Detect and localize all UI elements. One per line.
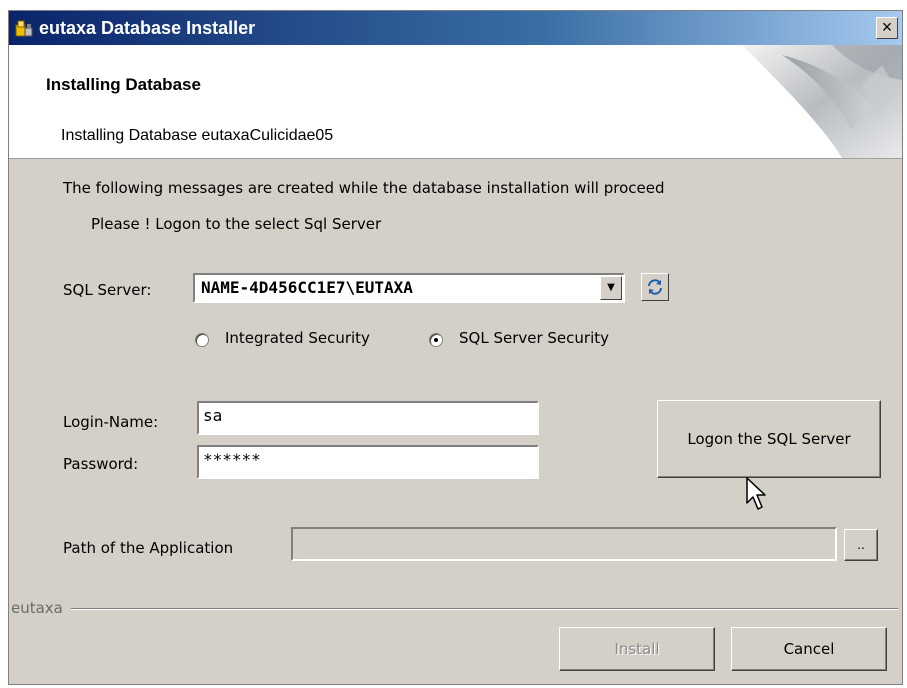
window-title: eutaxa Database Installer — [39, 18, 256, 38]
header-title: Installing Database — [46, 75, 201, 94]
password-label: Password: — [63, 455, 139, 473]
header-subtitle: Installing Database eutaxaCulicidae05 — [61, 127, 334, 144]
logon-sql-server-button[interactable]: Logon the SQL Server — [657, 400, 881, 478]
integrated-security-label[interactable]: Integrated Security — [225, 329, 370, 347]
password-field[interactable]: ****** — [197, 445, 539, 479]
sql-server-select[interactable]: NAME-4D456CC1E7\EUTAXA ▼ — [193, 273, 625, 303]
close-icon: × — [881, 17, 893, 37]
mouse-pointer-icon — [746, 477, 766, 510]
cancel-button[interactable]: Cancel — [731, 627, 887, 671]
sql-server-value: NAME-4D456CC1E7\EUTAXA — [201, 278, 413, 297]
footer-divider — [71, 608, 898, 610]
installer-app-icon — [15, 20, 33, 37]
install-button[interactable]: Install — [559, 627, 715, 671]
logon-prompt: Please ! Logon to the select Sql Server — [91, 215, 382, 233]
wizard-header: Installing Database Installing Database … — [9, 45, 902, 159]
login-name-label: Login-Name: — [63, 413, 159, 431]
close-button[interactable]: × — [876, 17, 898, 39]
application-path-field[interactable] — [291, 527, 837, 561]
refresh-servers-button[interactable] — [641, 273, 669, 301]
refresh-icon — [648, 279, 662, 295]
application-path-label: Path of the Application — [63, 539, 234, 557]
sql-server-label: SQL Server: — [63, 281, 152, 299]
footer-group-label: eutaxa — [11, 599, 67, 617]
login-name-field[interactable]: sa — [197, 401, 539, 435]
title-bar[interactable]: eutaxa Database Installer × — [9, 11, 902, 45]
dropdown-arrow-icon[interactable]: ▼ — [600, 276, 622, 300]
browse-path-button[interactable]: .. — [844, 529, 878, 561]
sql-server-security-label[interactable]: SQL Server Security — [459, 329, 609, 347]
page-curl-graphic — [742, 45, 902, 158]
integrated-security-radio[interactable] — [195, 333, 209, 347]
sql-server-security-radio[interactable] — [429, 333, 443, 347]
status-message: The following messages are created while… — [63, 179, 665, 197]
installer-window: eutaxa Database Installer × Installing D… — [8, 10, 903, 685]
